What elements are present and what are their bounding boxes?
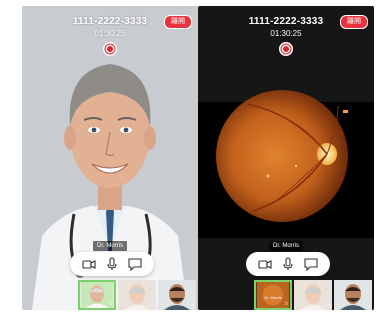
- thumbnail-young[interactable]: ☆: [334, 280, 372, 310]
- participant-name-tag: Dr. Morris: [198, 234, 374, 252]
- star-icon[interactable]: ☆: [108, 301, 113, 307]
- microphone-icon[interactable]: [105, 257, 119, 271]
- leave-button[interactable]: 離開: [164, 15, 192, 29]
- video-call-screen-retina: 1111-2222-3333 01:30:25 離開 Dr. Morris Dr…: [198, 6, 374, 310]
- star-icon[interactable]: ☆: [326, 303, 331, 309]
- leave-button[interactable]: 離開: [340, 15, 368, 29]
- record-icon[interactable]: [103, 42, 117, 56]
- chat-icon[interactable]: [304, 257, 318, 271]
- call-timer: 01:30:25: [94, 29, 126, 38]
- chat-icon[interactable]: [128, 257, 142, 271]
- star-icon[interactable]: ☆: [366, 303, 371, 309]
- call-controls: [70, 252, 154, 276]
- thumbnail-elderly[interactable]: ☆: [294, 280, 332, 310]
- participant-thumbnails: Dr. Morris ☆ ☆ ☆: [198, 280, 374, 310]
- participant-name: Dr. Morris: [93, 241, 127, 251]
- participant-name-tag: Dr. Morris: [22, 234, 198, 252]
- star-icon[interactable]: ☆: [150, 303, 155, 309]
- record-icon[interactable]: [279, 42, 293, 56]
- star-icon[interactable]: ☆: [284, 301, 289, 307]
- video-camera-icon[interactable]: [258, 257, 272, 271]
- star-icon[interactable]: ☆: [190, 303, 195, 309]
- thumbnail-doctor[interactable]: Dr. Morris ☆: [254, 280, 292, 310]
- video-call-screen-doctor: 1111-2222-3333 01:30:25 離開 Dr. Morris ☆ …: [22, 6, 198, 310]
- participant-name: Dr. Morris: [269, 241, 303, 251]
- thumbnail-elderly[interactable]: ☆: [118, 280, 156, 310]
- microphone-icon[interactable]: [281, 257, 295, 271]
- thumbnail-patient[interactable]: ☆: [78, 280, 116, 310]
- call-timer: 01:30:25: [270, 29, 302, 38]
- thumbnail-caption: Dr. Morris: [264, 295, 282, 300]
- participant-thumbnails: ☆ ☆ ☆: [22, 280, 198, 310]
- thumbnail-young[interactable]: ☆: [158, 280, 196, 310]
- call-controls: [246, 252, 330, 276]
- video-camera-icon[interactable]: [82, 257, 96, 271]
